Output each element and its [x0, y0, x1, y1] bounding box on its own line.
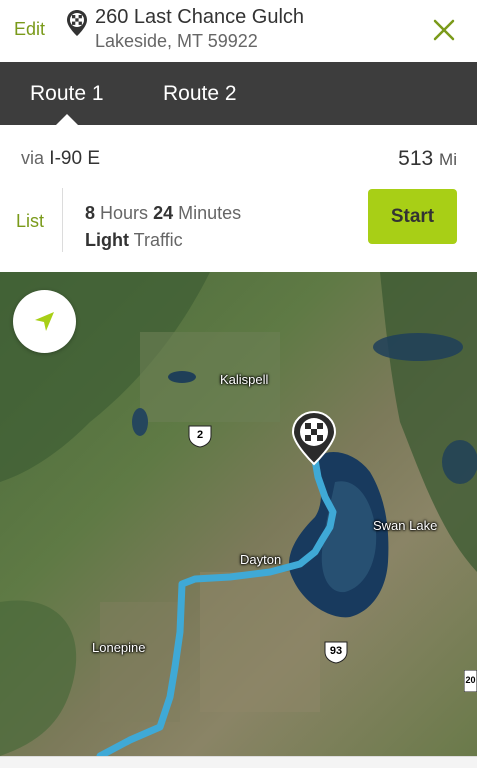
navigation-arrow-icon [35, 312, 54, 331]
traffic-status: Light Traffic [85, 230, 183, 250]
locate-button[interactable] [13, 290, 76, 353]
destination-pin-icon[interactable] [291, 410, 337, 466]
highway-shield-edge: 20 [464, 670, 477, 694]
destination-address-line2: Lakeside, MT 59922 [95, 31, 258, 51]
bottom-nav-bar [0, 756, 477, 768]
us-highway-93-shield: 93 [322, 640, 350, 664]
close-icon[interactable] [431, 17, 457, 43]
edit-button[interactable]: Edit [14, 19, 45, 40]
map-label-kalispell: Kalispell [220, 372, 269, 387]
map-label-dayton: Dayton [240, 552, 282, 567]
destination-address-line1: 260 Last Chance Gulch [95, 6, 305, 28]
list-button[interactable]: List [16, 211, 44, 232]
route-via: via I-90 E [21, 148, 100, 169]
tab-route-1[interactable]: Route 1 [30, 82, 104, 106]
map-label-lonepine: Lonepine [92, 640, 146, 655]
route-duration: 8 Hours 24 Minutes [85, 203, 242, 223]
tab-route-2[interactable]: Route 2 [163, 82, 237, 106]
checkered-flag-pin-icon [66, 9, 88, 37]
map-label-swan-lake: Swan Lake [373, 518, 438, 533]
route-distance: 513 Mi [398, 147, 457, 170]
route-summary: via I-90 E 513 Mi List 8 Hours 24 Minute… [0, 125, 477, 272]
map-terrain [0, 272, 477, 756]
divider [62, 188, 63, 252]
destination-header: Edit 260 Last Chance Gulch Lakeside, MT … [0, 0, 477, 62]
start-button[interactable]: Start [368, 189, 457, 244]
selected-tab-indicator [56, 114, 78, 125]
satellite-map[interactable]: Kalispell Swan Lake Dayton Lonepine 2 93… [0, 272, 477, 756]
us-highway-2-shield: 2 [186, 424, 214, 448]
